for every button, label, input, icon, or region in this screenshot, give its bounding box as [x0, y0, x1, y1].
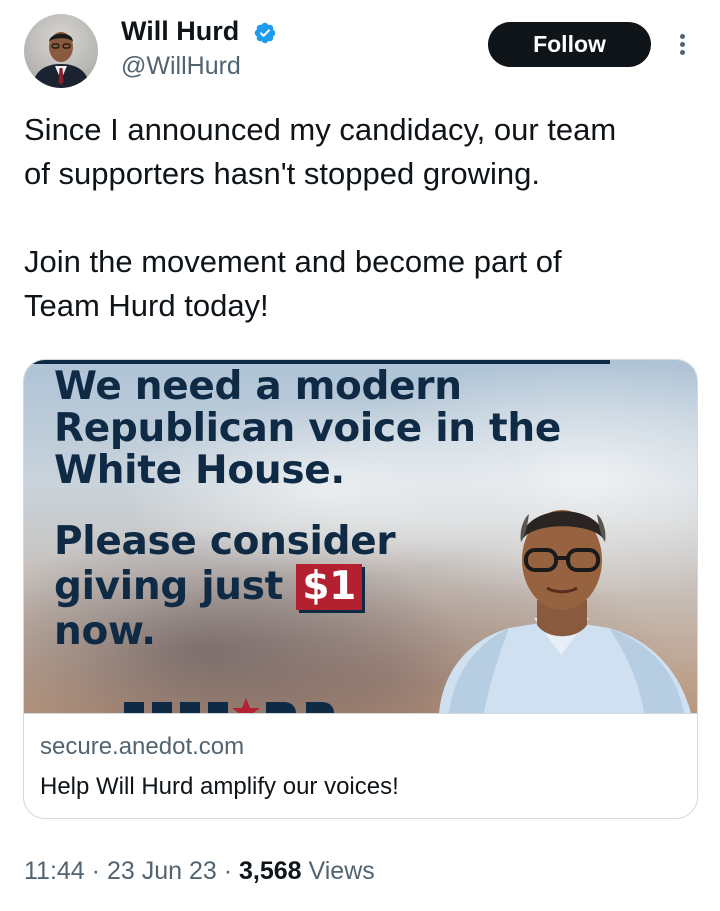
- user-handle[interactable]: @WillHurd: [121, 52, 241, 81]
- tweet-time[interactable]: 11:44: [24, 857, 85, 885]
- tweet-meta: 11:44 · 23 Jun 23 · 3,568 Views: [24, 857, 375, 886]
- card-title: Help Will Hurd amplify our voices!: [40, 773, 399, 800]
- separator-dot: ·: [91, 857, 107, 885]
- follow-button[interactable]: Follow: [488, 22, 651, 67]
- ask-line: now.: [54, 609, 156, 654]
- card-footer[interactable]: secure.anedot.com Help Will Hurd amplify…: [24, 713, 697, 818]
- headline-line: Republican voice in the: [54, 406, 561, 451]
- views-label: Views: [308, 857, 375, 885]
- avatar[interactable]: [24, 14, 98, 88]
- campaign-logo: [124, 698, 334, 713]
- views-count: 3,568: [239, 857, 302, 885]
- more-options-icon[interactable]: [672, 31, 692, 59]
- headline-line: We need a modern: [54, 364, 462, 409]
- card-ask: Please consider giving just $1 now.: [54, 519, 396, 654]
- verified-badge-icon: [254, 22, 276, 44]
- tweet-text: Since I announced my candidacy, our team…: [24, 112, 617, 323]
- link-card[interactable]: We need a modern Republican voice in the…: [23, 359, 698, 819]
- card-image[interactable]: We need a modern Republican voice in the…: [24, 360, 697, 713]
- card-domain: secure.anedot.com: [40, 733, 245, 760]
- tweet-date[interactable]: 23 Jun 23: [107, 857, 217, 885]
- ask-line-text: giving just: [54, 564, 284, 609]
- ask-line: Please consider: [54, 519, 396, 564]
- amount-badge: $1: [296, 564, 362, 610]
- candidate-photo: [439, 510, 691, 713]
- user-name[interactable]: Will Hurd: [121, 16, 239, 47]
- separator-dot: ·: [223, 857, 240, 885]
- card-headline: We need a modern Republican voice in the…: [54, 366, 561, 492]
- ask-line: giving just $1: [54, 564, 395, 610]
- tweet-header: Will Hurd @WillHurd Follow: [0, 0, 720, 100]
